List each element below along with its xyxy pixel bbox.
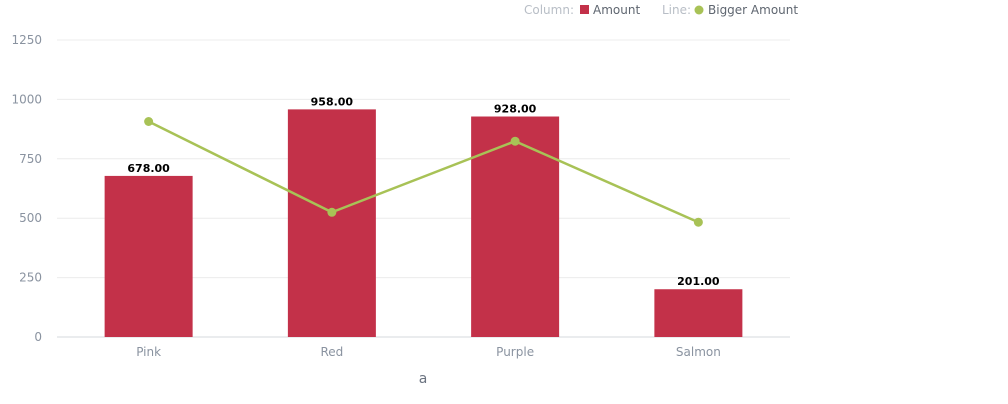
x-axis-ticks: Pink Red Purple Salmon	[136, 345, 721, 359]
y-tick-label: 1250	[11, 33, 42, 47]
bar-value-label: 678.00	[127, 162, 170, 175]
x-tick-label: Red	[320, 345, 343, 359]
chart-svg: 0 250 500 750 1000 1250 678.00 958.00 928.00 201…	[11, 3, 798, 387]
bar-value-label: 958.00	[311, 95, 354, 108]
line-point-purple[interactable]	[510, 136, 520, 146]
legend-bigger-amount-label[interactable]: Bigger Amount	[708, 3, 798, 17]
legend-bigger-amount-marker	[694, 5, 704, 15]
line-point-pink[interactable]	[144, 116, 154, 126]
line-point-red[interactable]	[327, 207, 337, 217]
y-tick-label: 500	[19, 211, 42, 225]
x-axis-label: a	[419, 371, 428, 387]
bar-series	[104, 109, 743, 337]
line-point-salmon[interactable]	[693, 217, 703, 227]
bar-value-label: 201.00	[677, 275, 720, 288]
x-tick-label: Salmon	[676, 345, 721, 359]
y-tick-label: 750	[19, 152, 42, 166]
bar-salmon[interactable]	[654, 289, 743, 337]
y-tick-label: 250	[19, 271, 42, 285]
legend-column-prefix: Column:	[524, 3, 574, 17]
y-axis-ticks: 0 250 500 750 1000 1250	[11, 33, 42, 344]
y-tick-label: 0	[34, 330, 42, 344]
legend: Column: Amount Line: Bigger Amount	[524, 3, 798, 17]
x-tick-label: Purple	[496, 345, 534, 359]
x-tick-label: Pink	[136, 345, 161, 359]
bar-purple[interactable]	[471, 116, 560, 337]
chart-container: 0 250 500 750 1000 1250 678.00 958.00 928.00 201…	[0, 0, 1008, 400]
legend-amount-label[interactable]: Amount	[593, 3, 640, 17]
bigger-amount-line	[148, 120, 699, 224]
bar-value-label: 928.00	[494, 103, 537, 116]
bar-red[interactable]	[287, 109, 376, 337]
bar-pink[interactable]	[104, 175, 193, 337]
legend-amount-swatch	[580, 5, 589, 14]
y-tick-label: 1000	[11, 92, 42, 106]
legend-line-prefix: Line:	[662, 3, 691, 17]
line-series	[144, 116, 703, 227]
